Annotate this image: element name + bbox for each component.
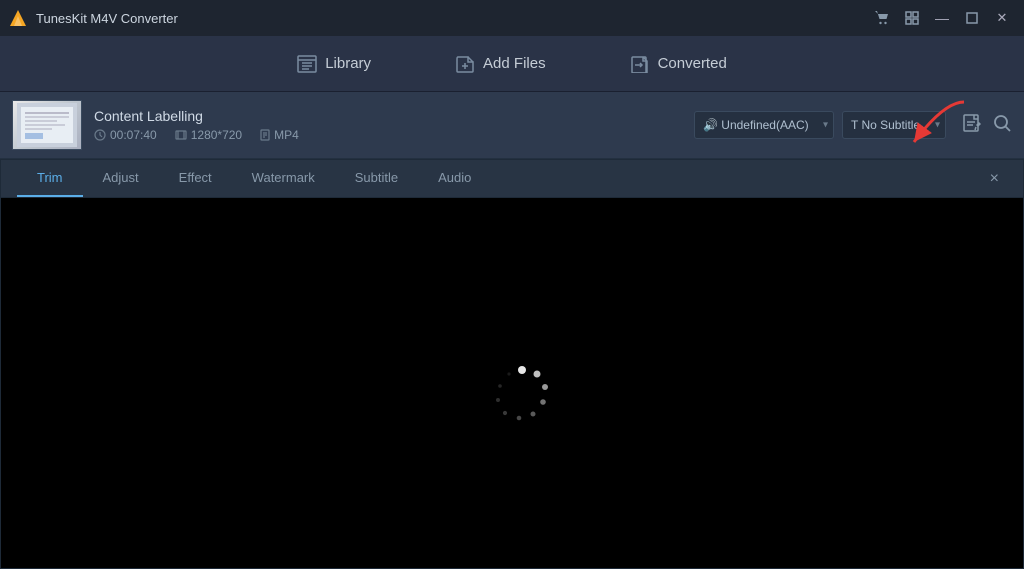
file-duration: 00:07:40 [94, 128, 157, 142]
panel-header: Trim Adjust Effect Watermark Subtitle Au… [1, 160, 1023, 198]
library-icon [297, 55, 317, 73]
nav-add-files-label: Add Files [483, 55, 546, 72]
edit-panel: Trim Adjust Effect Watermark Subtitle Au… [0, 159, 1024, 569]
resolution-icon [175, 130, 187, 140]
app-title: TunesKit M4V Converter [36, 11, 178, 26]
action-icons [962, 113, 1012, 138]
subtitle-select[interactable]: T No Subtitle [842, 111, 946, 139]
panel-tabs: Trim Adjust Effect Watermark Subtitle Au… [17, 160, 491, 197]
file-meta: 00:07:40 1280*720 MP4 [94, 128, 682, 142]
audio-select-wrap: 🔊 Undefined(AAC) [694, 111, 834, 139]
add-files-icon [455, 55, 475, 73]
nav-bar: Library Add Files Converted [0, 36, 1024, 92]
thumbnail-preview [17, 103, 77, 147]
tab-effect[interactable]: Effect [159, 160, 232, 197]
nav-add-files[interactable]: Add Files [443, 47, 558, 81]
cart-icon[interactable] [868, 4, 896, 32]
app-logo-icon [8, 8, 28, 28]
subtitle-select-wrap: T No Subtitle [842, 111, 946, 139]
minimize-button[interactable]: — [928, 4, 956, 32]
tab-audio[interactable]: Audio [418, 160, 491, 197]
nav-library[interactable]: Library [285, 47, 383, 81]
grid-icon[interactable] [898, 4, 926, 32]
nav-library-label: Library [325, 55, 371, 72]
file-name: Content Labelling [94, 108, 682, 124]
audio-select[interactable]: 🔊 Undefined(AAC) [694, 111, 834, 139]
file-controls: 🔊 Undefined(AAC) T No Subtitle [694, 111, 1012, 139]
tab-subtitle[interactable]: Subtitle [335, 160, 418, 197]
title-bar-controls: — ✕ [868, 4, 1016, 32]
tab-trim[interactable]: Trim [17, 160, 83, 197]
format-icon [260, 129, 270, 141]
converted-icon [630, 55, 650, 73]
edit-button[interactable] [962, 113, 982, 138]
tab-watermark[interactable]: Watermark [232, 160, 335, 197]
nav-converted-label: Converted [658, 55, 727, 72]
title-bar-left: TunesKit M4V Converter [8, 8, 178, 28]
file-row: Content Labelling 00:07:40 1280*720 [0, 92, 1024, 159]
video-preview-area [1, 198, 1023, 568]
title-bar: TunesKit M4V Converter — [0, 0, 1024, 36]
file-resolution: 1280*720 [175, 128, 242, 142]
file-info: Content Labelling 00:07:40 1280*720 [94, 108, 682, 142]
tab-adjust[interactable]: Adjust [83, 160, 159, 197]
close-button[interactable]: ✕ [988, 4, 1016, 32]
spinner-svg [487, 358, 557, 428]
maximize-button[interactable] [958, 4, 986, 32]
file-format: MP4 [260, 128, 299, 142]
file-thumbnail [12, 100, 82, 150]
nav-converted[interactable]: Converted [618, 47, 739, 81]
search-button[interactable] [992, 113, 1012, 138]
loading-spinner [487, 358, 537, 408]
clock-icon [94, 129, 106, 141]
panel-close-button[interactable]: × [982, 166, 1007, 192]
